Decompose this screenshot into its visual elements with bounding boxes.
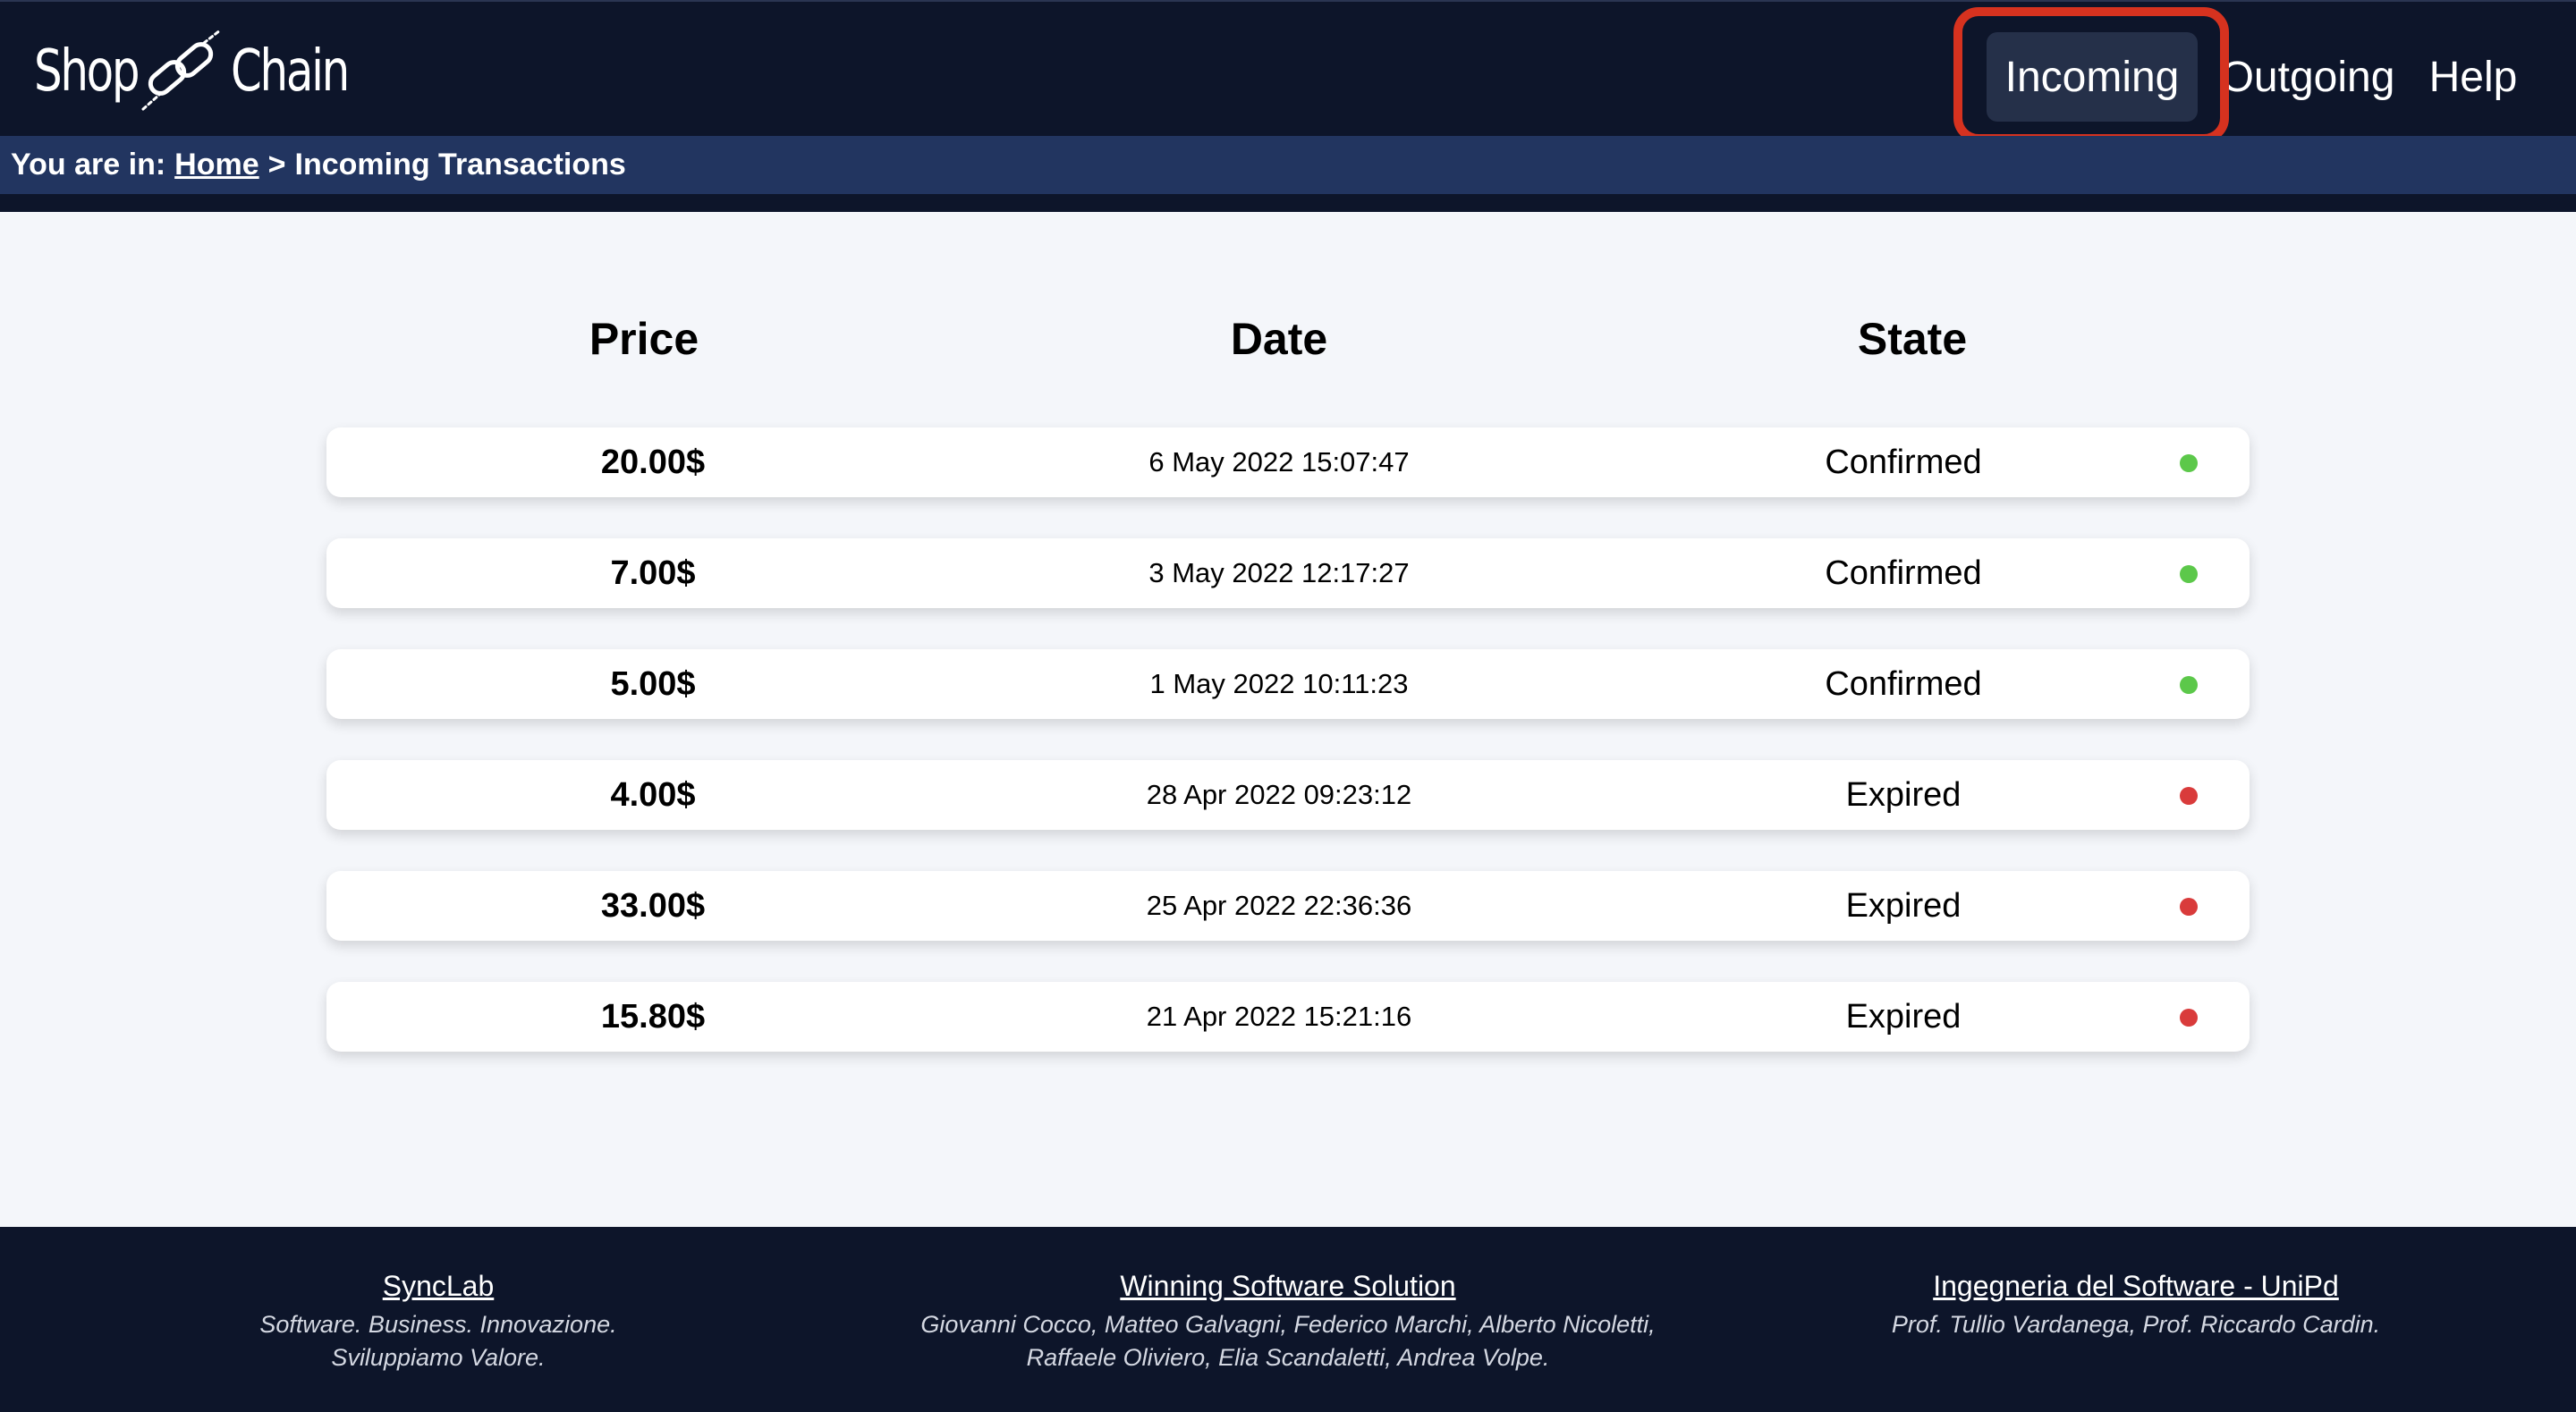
footer-course: Ingegneria del Software - UniPd Prof. Tu… — [1892, 1270, 2380, 1341]
transaction-price: 15.80$ — [600, 997, 706, 1036]
transaction-row[interactable]: 33.00$ 25 Apr 2022 22:36:36 Expired — [326, 871, 2250, 941]
transaction-price: 33.00$ — [600, 886, 706, 925]
status-dot-icon — [2180, 454, 2198, 472]
chain-link-icon — [141, 29, 222, 111]
footer-course-professors: Prof. Tullio Vardanega, Prof. Riccardo C… — [1891, 1311, 2381, 1338]
footer-synclab-link[interactable]: SyncLab — [259, 1270, 616, 1303]
breadcrumb: You are in: Home > Incoming Transactions — [0, 136, 2576, 194]
transaction-date: 25 Apr 2022 22:36:36 — [1146, 890, 1412, 921]
status-dot-icon — [2180, 787, 2198, 805]
status-dot-icon — [2180, 1009, 2198, 1027]
breadcrumb-home-link[interactable]: Home — [174, 148, 258, 182]
footer-synclab-tagline-2: Sviluppiamo Valore. — [331, 1344, 546, 1371]
transaction-state: Confirmed — [1825, 554, 1982, 592]
column-header-state: State — [1857, 314, 1968, 364]
logo-word-chain: Chain — [231, 38, 350, 105]
transaction-state: Confirmed — [1825, 443, 1982, 481]
transaction-row[interactable]: 7.00$ 3 May 2022 12:17:27 Confirmed — [326, 538, 2250, 608]
status-dot-icon — [2180, 676, 2198, 694]
footer-synclab-tagline-1: Software. Business. Innovazione. — [259, 1311, 617, 1338]
status-dot-icon — [2180, 898, 2198, 916]
transaction-price: 20.00$ — [600, 443, 706, 481]
transaction-date: 1 May 2022 10:11:23 — [1149, 668, 1409, 699]
footer-team-link[interactable]: Winning Software Solution — [920, 1270, 1655, 1303]
transaction-date: 21 Apr 2022 15:21:16 — [1146, 1001, 1412, 1032]
logo-word-shop: Shop — [34, 38, 140, 105]
top-navbar: Shop Chain Incoming Outgoing Help — [0, 0, 2576, 136]
transaction-date: 6 May 2022 15:07:47 — [1148, 446, 1410, 478]
column-header-date: Date — [1230, 314, 1328, 364]
transaction-price: 7.00$ — [610, 554, 696, 592]
transaction-price: 4.00$ — [610, 775, 696, 814]
nav-incoming-label: Incoming — [1987, 32, 2198, 122]
transaction-row[interactable]: 15.80$ 21 Apr 2022 15:21:16 Expired — [326, 982, 2250, 1052]
transaction-state: Expired — [1845, 775, 1962, 814]
transaction-row[interactable]: 20.00$ 6 May 2022 15:07:47 Confirmed — [326, 427, 2250, 497]
transactions-table-header: Price Date State — [0, 313, 2576, 376]
transaction-price: 5.00$ — [610, 664, 696, 703]
transaction-state: Expired — [1845, 997, 1962, 1036]
transaction-row[interactable]: 5.00$ 1 May 2022 10:11:23 Confirmed — [326, 649, 2250, 719]
footer-team: Winning Software Solution Giovanni Cocco… — [920, 1270, 1655, 1374]
shopchain-logo[interactable]: Shop Chain — [34, 27, 365, 116]
status-dot-icon — [2180, 565, 2198, 583]
nav-incoming[interactable]: Incoming — [1987, 32, 2198, 122]
breadcrumb-separator: > — [267, 148, 286, 182]
nav-outgoing[interactable]: Outgoing — [2221, 32, 2395, 122]
breadcrumb-prefix: You are in: — [11, 148, 166, 182]
breadcrumb-bottom-band — [0, 194, 2576, 212]
footer-course-link[interactable]: Ingegneria del Software - UniPd — [1892, 1270, 2380, 1303]
footer-team-members-2: Raffaele Oliviero, Elia Scandaletti, And… — [1026, 1344, 1550, 1371]
transaction-date: 3 May 2022 12:17:27 — [1148, 557, 1410, 588]
transaction-state: Confirmed — [1825, 664, 1982, 703]
footer-synclab: SyncLab Software. Business. Innovazione.… — [259, 1270, 616, 1374]
transaction-date: 28 Apr 2022 09:23:12 — [1146, 779, 1412, 810]
footer-team-members-1: Giovanni Cocco, Matteo Galvagni, Federic… — [920, 1311, 1656, 1338]
transaction-state: Expired — [1845, 886, 1962, 925]
transaction-row[interactable]: 4.00$ 28 Apr 2022 09:23:12 Expired — [326, 760, 2250, 830]
nav-help[interactable]: Help — [2424, 32, 2522, 122]
breadcrumb-current: Incoming Transactions — [294, 148, 626, 182]
column-header-price: Price — [589, 314, 699, 364]
footer: SyncLab Software. Business. Innovazione.… — [0, 1227, 2576, 1412]
